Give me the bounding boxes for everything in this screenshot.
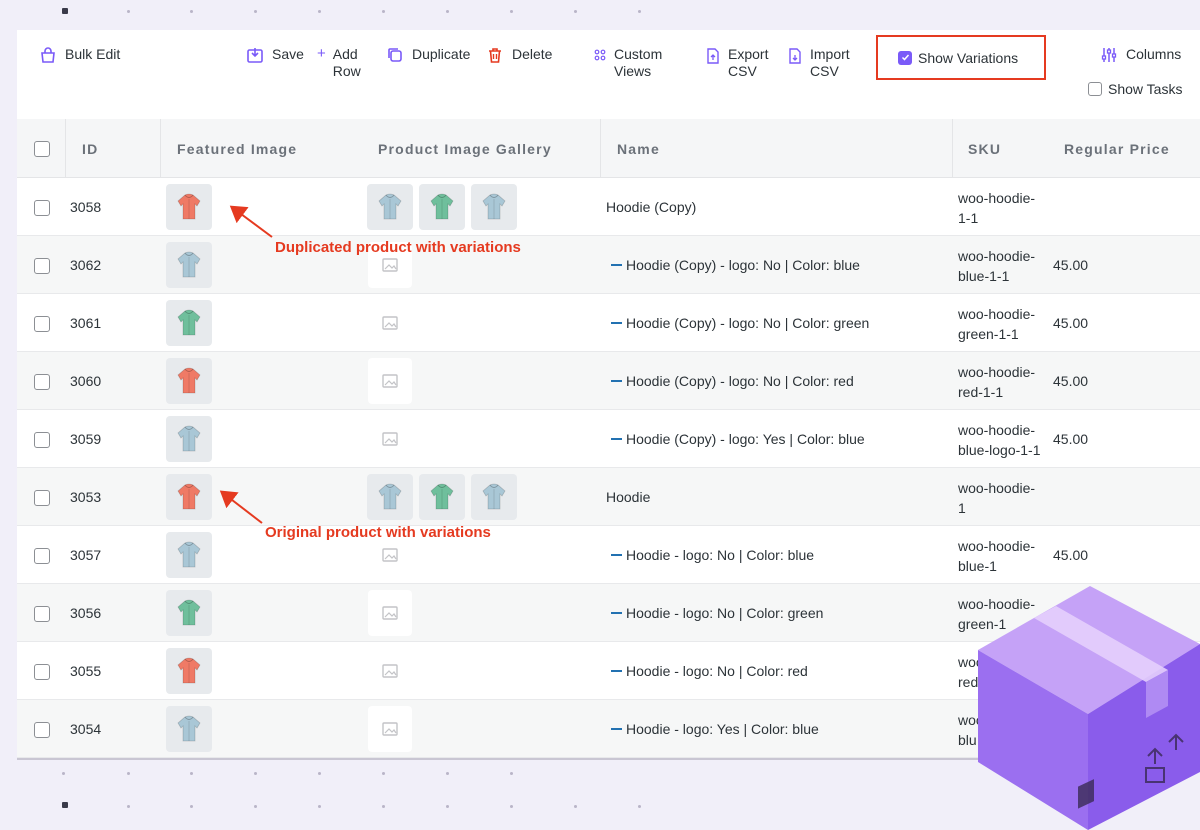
decor-dot — [318, 772, 321, 775]
decor-dot — [446, 805, 449, 808]
decor-dot — [510, 805, 513, 808]
decor-dot — [254, 805, 257, 808]
decor-dot — [190, 805, 193, 808]
decor-dot — [254, 10, 257, 13]
decor-dot — [62, 802, 68, 808]
decor-dot — [127, 772, 130, 775]
decor-dot — [62, 772, 65, 775]
decor-dot — [574, 805, 577, 808]
decor-dot — [382, 10, 385, 13]
decor-dot — [318, 10, 321, 13]
decor-dot — [446, 10, 449, 13]
decor-dot — [510, 10, 513, 13]
decor-dot — [318, 805, 321, 808]
decor-dot — [190, 10, 193, 13]
decor-dot — [446, 772, 449, 775]
decor-dot — [127, 805, 130, 808]
decor-dot — [382, 772, 385, 775]
decor-dot — [127, 10, 130, 13]
decor-dot — [510, 772, 513, 775]
decor-dot — [254, 772, 257, 775]
decor-dot — [638, 10, 641, 13]
decor-dot — [574, 10, 577, 13]
package-box-illustration — [978, 586, 1200, 830]
decor-dot — [382, 805, 385, 808]
decor-dot — [638, 805, 641, 808]
decor-dot — [62, 8, 68, 14]
decor-dot — [190, 772, 193, 775]
